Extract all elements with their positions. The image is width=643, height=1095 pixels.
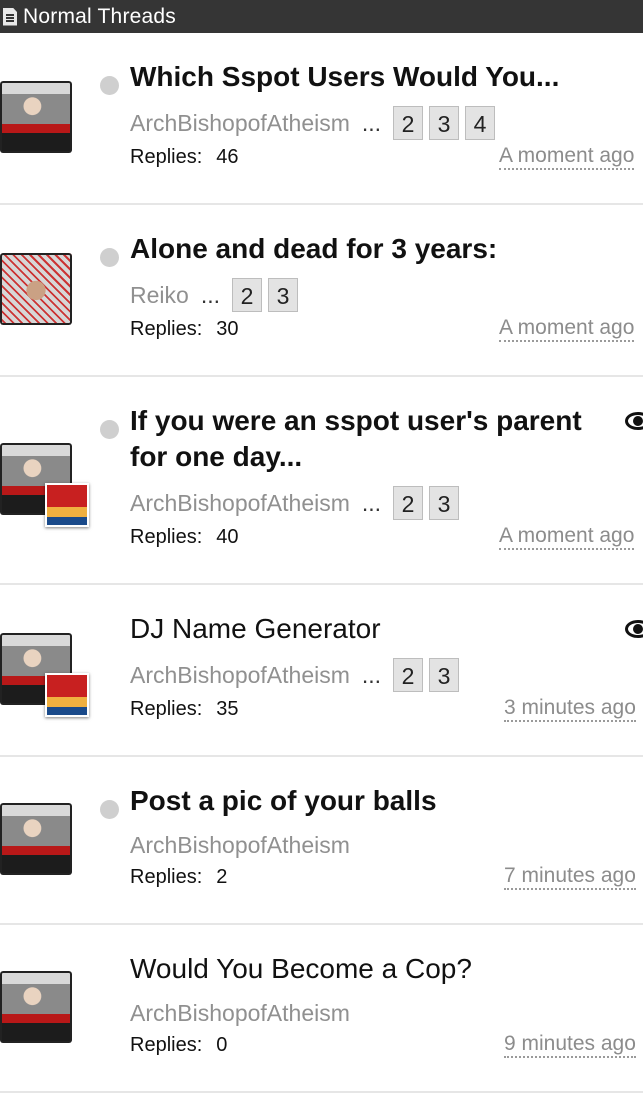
thread-row[interactable]: DJ Name Generator ArchBishopofAtheism ..… (0, 585, 643, 757)
thread-title-line: for one day... (130, 441, 303, 472)
avatar[interactable] (0, 81, 72, 153)
page-link-4[interactable]: 4 (465, 106, 496, 140)
unread-dot-icon (100, 248, 119, 267)
page-link-2[interactable]: 2 (393, 486, 424, 520)
last-post-time[interactable]: A moment ago (499, 316, 635, 342)
replies-count: 2 (216, 866, 228, 888)
page-link-3[interactable]: 3 (429, 658, 460, 692)
last-post-time[interactable]: 9 minutes ago (504, 1032, 636, 1058)
page-link-2[interactable]: 2 (393, 106, 424, 140)
replies-label: Replies: (130, 1034, 203, 1056)
replies-label: Replies: (130, 318, 203, 340)
thread-meta: ArchBishopofAtheism ... 2 3 (130, 657, 465, 693)
replies-count: 35 (216, 698, 239, 720)
last-post-time[interactable]: A moment ago (499, 144, 635, 170)
author-link[interactable]: ArchBishopofAtheism (130, 662, 350, 689)
eye-icon[interactable] (623, 617, 643, 641)
thread-meta: ArchBishopofAtheism ... 2 3 4 (130, 105, 501, 141)
thread-row[interactable]: Post a pic of your balls ArchBishopofAth… (0, 757, 643, 925)
replies-label: Replies: (130, 146, 203, 168)
author-link[interactable]: ArchBishopofAtheism (130, 1000, 350, 1027)
pages-ellipsis: ... (361, 661, 382, 688)
replies-label: Replies: (130, 526, 203, 548)
unread-dot-icon (100, 800, 119, 819)
last-post-time[interactable]: 7 minutes ago (504, 864, 636, 890)
thread-row[interactable]: Alone and dead for 3 years: Reiko ... 2 … (0, 205, 643, 377)
thread-meta: ArchBishopofAtheism (130, 995, 350, 1031)
thread-title-link[interactable]: DJ Name Generator (130, 611, 600, 647)
replies-count: 30 (216, 318, 239, 340)
thread-title-link[interactable]: Post a pic of your balls (130, 783, 600, 819)
page-link-2[interactable]: 2 (231, 278, 262, 312)
page-link-3[interactable]: 3 (267, 278, 298, 312)
thread-meta: Reiko ... 2 3 (130, 277, 304, 313)
last-poster-avatar[interactable] (45, 673, 89, 717)
page-link-3[interactable]: 3 (429, 486, 460, 520)
document-icon (3, 7, 17, 26)
thread-meta: ArchBishopofAtheism (130, 827, 350, 863)
thread-title-link[interactable]: Alone and dead for 3 years: (130, 231, 600, 267)
thread-title-link[interactable]: If you were an sspot user's parent for o… (130, 403, 600, 475)
thread-title-link[interactable]: Which Sspot Users Would You... (130, 59, 600, 95)
replies-info: Replies: 46 (130, 146, 239, 169)
page-link-3[interactable]: 3 (429, 106, 460, 140)
thread-title-link[interactable]: Would You Become a Cop? (130, 951, 600, 987)
replies-label: Replies: (130, 698, 203, 720)
replies-info: Replies: 2 (130, 866, 227, 889)
replies-info: Replies: 40 (130, 526, 239, 549)
pages-ellipsis: ... (361, 489, 382, 516)
thread-row[interactable]: Which Sspot Users Would You... ArchBisho… (0, 33, 643, 205)
author-link[interactable]: ArchBishopofAtheism (130, 490, 350, 517)
thread-row[interactable]: If you were an sspot user's parent for o… (0, 377, 643, 585)
last-post-time[interactable]: 3 minutes ago (504, 696, 636, 722)
replies-count: 40 (216, 526, 239, 548)
avatar[interactable] (0, 253, 72, 325)
unread-dot-icon (100, 76, 119, 95)
last-poster-avatar[interactable] (45, 483, 89, 527)
replies-label: Replies: (130, 866, 203, 888)
author-link[interactable]: ArchBishopofAtheism (130, 832, 350, 859)
replies-info: Replies: 0 (130, 1034, 227, 1057)
pages-ellipsis: ... (361, 109, 382, 136)
pages-ellipsis: ... (200, 281, 220, 308)
page-link-2[interactable]: 2 (393, 658, 424, 692)
replies-info: Replies: 30 (130, 318, 239, 341)
avatar[interactable] (0, 971, 72, 1043)
unread-dot-icon (100, 420, 119, 439)
section-header: Normal Threads (0, 0, 643, 33)
replies-count: 0 (216, 1034, 228, 1056)
section-title: Normal Threads (23, 4, 176, 28)
thread-meta: ArchBishopofAtheism ... 2 3 (130, 485, 465, 521)
thread-title-line: If you were an sspot user's parent (130, 405, 582, 436)
replies-count: 46 (216, 146, 239, 168)
eye-icon[interactable] (623, 409, 643, 433)
author-link[interactable]: Reiko (130, 282, 189, 309)
thread-row[interactable]: Would You Become a Cop? ArchBishopofAthe… (0, 925, 643, 1093)
replies-info: Replies: 35 (130, 698, 239, 721)
author-link[interactable]: ArchBishopofAtheism (130, 110, 350, 137)
last-post-time[interactable]: A moment ago (499, 524, 635, 550)
avatar[interactable] (0, 803, 72, 875)
